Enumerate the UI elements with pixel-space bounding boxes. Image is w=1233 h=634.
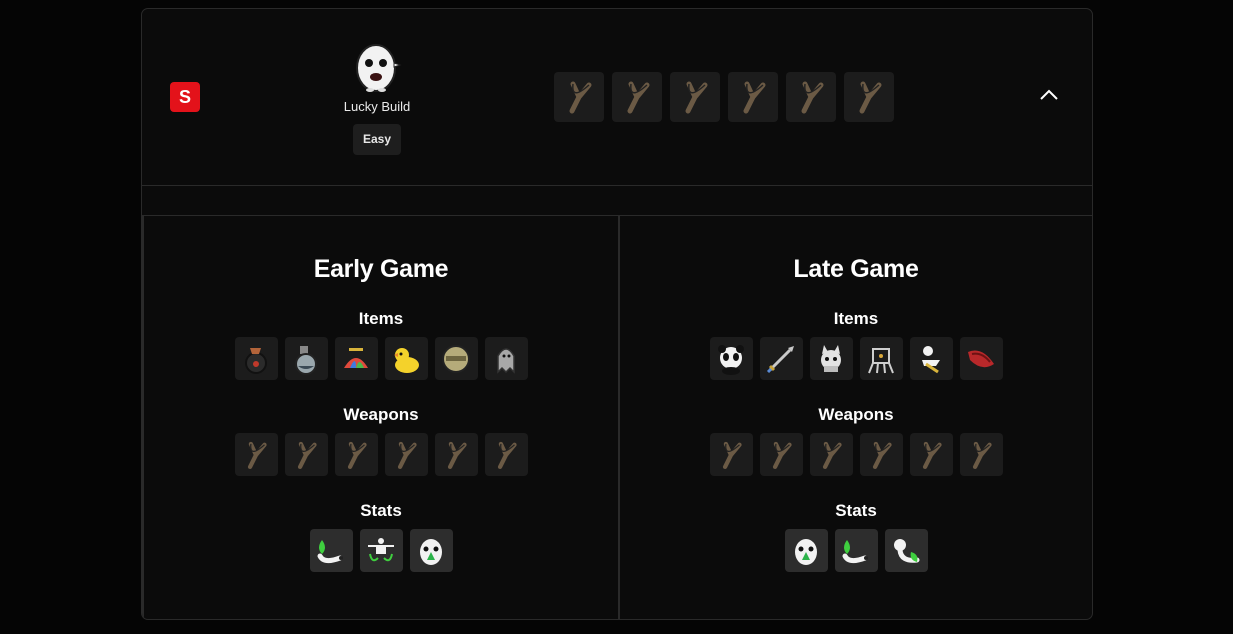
panda-icon (709, 337, 753, 380)
propeller-hat-icon (334, 337, 378, 380)
early-weapons-label: Weapons (343, 405, 419, 424)
slingshot-icon (844, 72, 894, 122)
bag-bomb-icon (234, 337, 278, 380)
slingshot-icon (786, 72, 836, 122)
header-weapons (554, 72, 894, 122)
sword-icon (759, 337, 803, 380)
build-card: S Lucky Build Easy Early Game Items Weap… (141, 8, 1093, 620)
slingshot-icon (909, 433, 953, 476)
early-weapons-row (144, 433, 618, 476)
character-name: Lucky Build (343, 99, 411, 114)
slingshot-icon (434, 433, 478, 476)
slingshot-icon (859, 433, 903, 476)
late-weapons-label: Weapons (818, 405, 894, 424)
skeleton-icon (909, 337, 953, 380)
drone-stat-icon (359, 529, 403, 572)
early-stats-label: Stats (360, 501, 402, 520)
slingshot-icon (709, 433, 753, 476)
late-weapons-row (620, 433, 1092, 476)
chevron-up-icon (1039, 88, 1059, 106)
slingshot-icon (284, 433, 328, 476)
late-game-title: Late Game (793, 255, 919, 283)
slingshot-icon (959, 433, 1003, 476)
egg-creature-icon (352, 39, 402, 93)
late-stats-row (620, 529, 1092, 572)
cat-icon (809, 337, 853, 380)
collapse-button[interactable] (1035, 83, 1063, 111)
luck-egg-stat-icon (784, 529, 828, 572)
rubber-duck-icon (384, 337, 428, 380)
late-stats-label: Stats (835, 501, 877, 520)
slingshot-icon (334, 433, 378, 476)
slingshot-icon (234, 433, 278, 476)
early-stats-row (144, 529, 618, 572)
late-items-row (620, 337, 1092, 380)
slingshot-icon (728, 72, 778, 122)
ghost-icon (484, 337, 528, 380)
potion-flask-icon (284, 337, 328, 380)
build-header[interactable]: S Lucky Build Easy (142, 9, 1092, 186)
slingshot-icon (554, 72, 604, 122)
early-items-row (144, 337, 618, 380)
character: Lucky Build Easy (332, 39, 422, 155)
slingshot-icon (484, 433, 528, 476)
robot-icon (859, 337, 903, 380)
slingshot-icon (612, 72, 662, 122)
arm-stat-icon (834, 529, 878, 572)
arm-strength-stat-icon (884, 529, 928, 572)
slingshot-icon (670, 72, 720, 122)
helmet-icon (434, 337, 478, 380)
red-fish-icon (959, 337, 1003, 380)
late-game-panel: Late Game Items Weapons Stats (618, 215, 1092, 619)
early-game-title: Early Game (313, 255, 449, 283)
slingshot-icon (759, 433, 803, 476)
slingshot-icon (809, 433, 853, 476)
difficulty-badge: Easy (352, 124, 402, 155)
slingshot-icon (384, 433, 428, 476)
early-game-panel: Early Game Items Weapons Stats (142, 215, 618, 619)
early-items-label: Items (358, 309, 404, 328)
late-items-label: Items (833, 309, 879, 328)
tier-badge: S (170, 82, 200, 112)
arm-stat-icon (309, 529, 353, 572)
luck-egg-stat-icon (409, 529, 453, 572)
